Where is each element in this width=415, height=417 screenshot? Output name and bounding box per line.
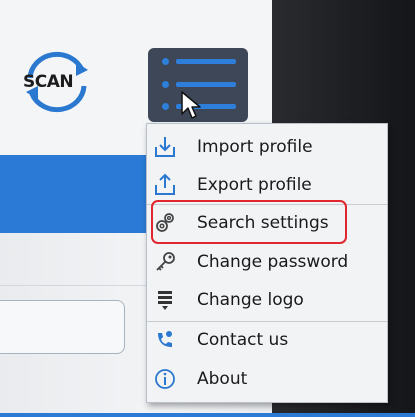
- phone-icon: [158, 331, 172, 347]
- logo-stack-icon: [158, 291, 172, 310]
- divider: [0, 285, 148, 286]
- export-icon: [155, 173, 175, 195]
- menu-item-change-logo[interactable]: Change logo: [147, 281, 387, 319]
- bottom-accent-bar: [0, 413, 415, 417]
- menu-item-label: Import profile: [197, 137, 313, 157]
- list-line: [176, 82, 236, 87]
- key-icon: [156, 252, 175, 271]
- list-bullet: [162, 103, 169, 110]
- list-bullet: [162, 81, 169, 88]
- menu-item-label: Change logo: [197, 290, 304, 310]
- menu-item-contact-us[interactable]: Contact us: [147, 321, 387, 359]
- logo-text: SCAN: [23, 72, 74, 92]
- menu-item-label: Change password: [197, 252, 349, 272]
- mouse-cursor-icon: [181, 91, 201, 119]
- menu-item-label: Contact us: [197, 330, 289, 350]
- highlight-box: [151, 200, 347, 244]
- menu-item-change-password[interactable]: Change password: [147, 243, 387, 281]
- settings-dropdown-menu: Import profile Export profile Search set…: [146, 123, 388, 403]
- import-icon: [155, 137, 175, 157]
- menu-item-about[interactable]: About: [147, 360, 387, 398]
- text-input[interactable]: [0, 300, 125, 354]
- menu-item-export-profile[interactable]: Export profile: [147, 166, 387, 204]
- list-bullet: [162, 58, 169, 65]
- menu-item-label: Export profile: [197, 175, 312, 195]
- scan-logo: SCAN: [16, 48, 98, 114]
- menu-item-import-profile[interactable]: Import profile: [147, 128, 387, 166]
- blue-banner: [0, 155, 148, 233]
- menu-item-label: About: [197, 369, 248, 389]
- info-icon: [155, 369, 175, 389]
- list-line: [176, 59, 236, 64]
